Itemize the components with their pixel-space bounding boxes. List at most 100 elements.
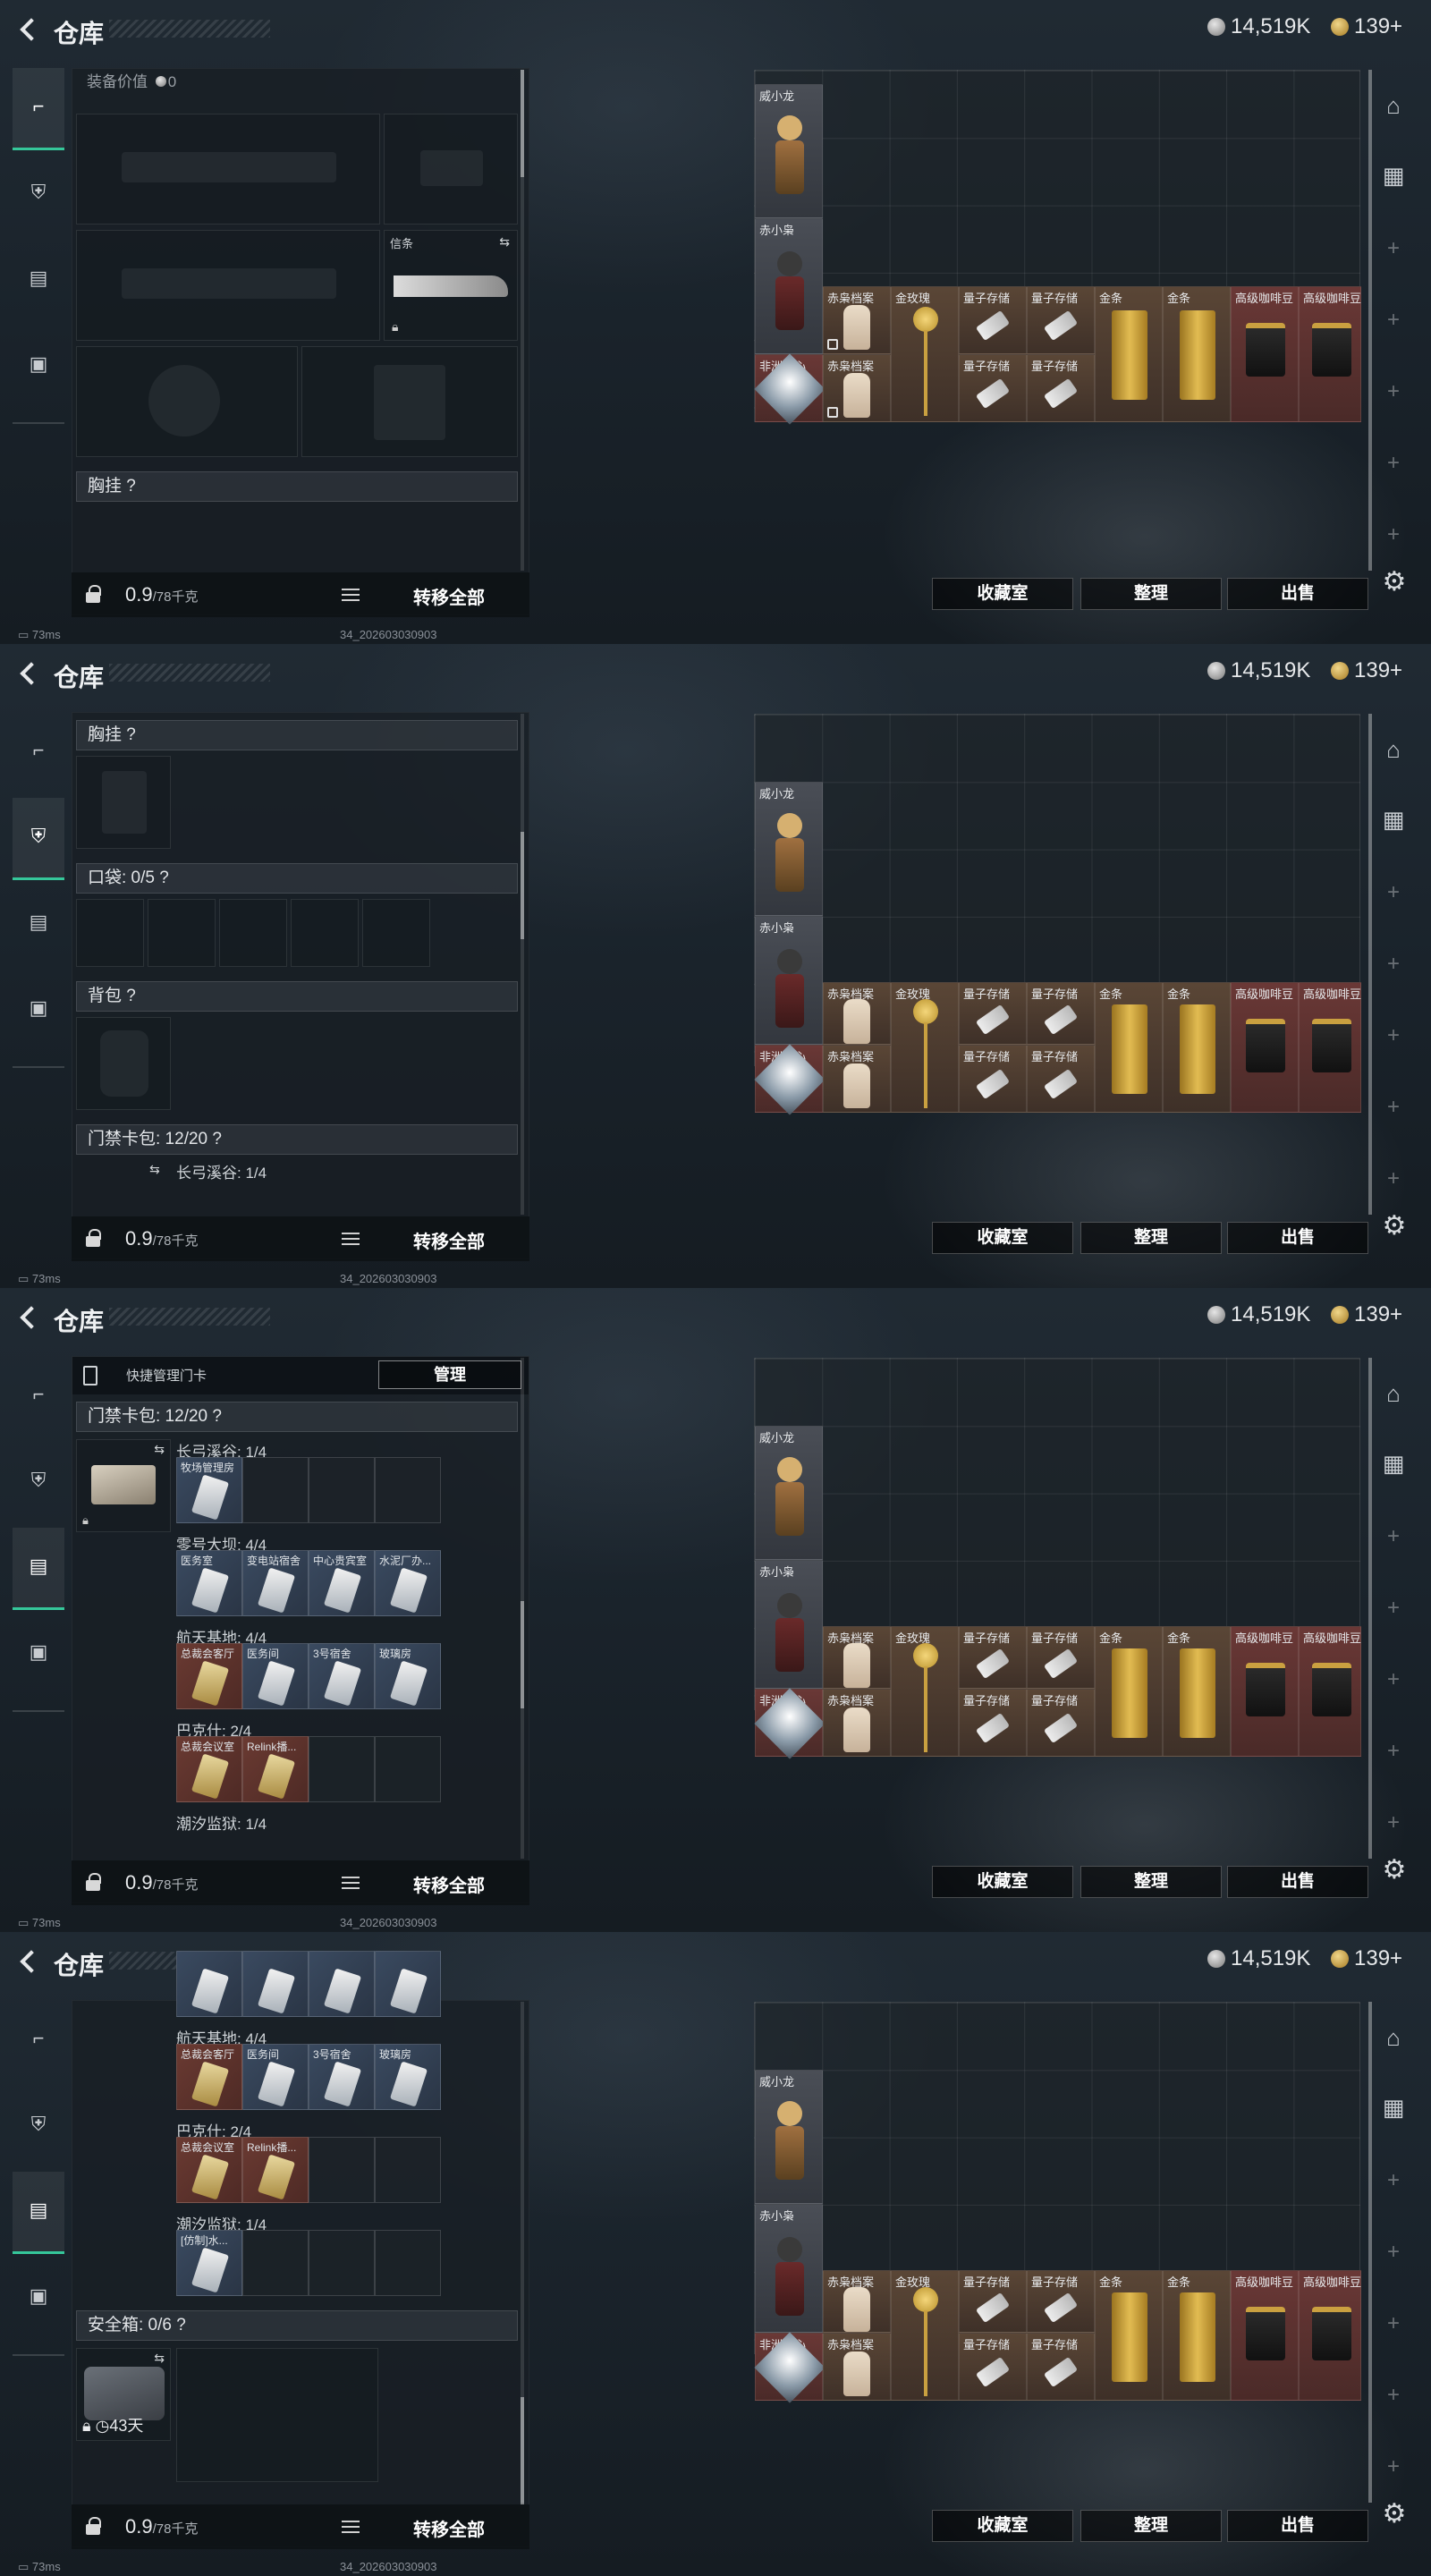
gallery-icon[interactable]: ▦	[1377, 803, 1410, 835]
keycard-empty-slot[interactable]	[309, 1736, 375, 1802]
sell-button[interactable]: 出售	[1227, 2510, 1368, 2542]
grid-item-gold[interactable]: 金条	[1163, 1626, 1231, 1757]
sell-button[interactable]: 出售	[1227, 578, 1368, 610]
keycard[interactable]: 玻璃房	[375, 1643, 441, 1709]
right-scrollbar[interactable]	[1368, 714, 1372, 1215]
add-tab-icon[interactable]: +	[1384, 1168, 1402, 1190]
grid-item-archive[interactable]: 赤枭档案	[823, 286, 891, 354]
grid-item-gold[interactable]: 金条	[1163, 2270, 1231, 2401]
settings-gear-icon[interactable]: ⚙	[1379, 2499, 1410, 2529]
keycard-bag-slot[interactable]: ⇆ 🔒︎	[76, 1439, 171, 1532]
keycard-empty-slot[interactable]	[242, 2230, 309, 2296]
keycard-empty-slot[interactable]	[309, 1457, 375, 1523]
keycard[interactable]: [仿制]水...	[176, 2230, 242, 2296]
left-scrollbar[interactable]	[521, 714, 524, 1215]
settings-gear-icon[interactable]: ⚙	[1379, 1855, 1410, 1885]
keycard[interactable]: 中心贵宾室	[309, 1550, 375, 1616]
grid-item-gold[interactable]: 金条	[1095, 286, 1163, 422]
gold-currency[interactable]: 139+	[1331, 658, 1402, 683]
gold-currency[interactable]: 139+	[1331, 1302, 1402, 1327]
keycard-empty-slot[interactable]	[375, 2230, 441, 2296]
grid-item-figure[interactable]: 威小龙	[755, 84, 823, 218]
grid-item-gold[interactable]: 金条	[1163, 286, 1231, 422]
grid-item-gold[interactable]: 金条	[1095, 982, 1163, 1113]
keycard[interactable]: 3号宿舍	[309, 2044, 375, 2110]
safehouse-icon[interactable]: ⌂	[1377, 89, 1410, 122]
keycard[interactable]: 总裁会议室	[176, 1736, 242, 1802]
grid-item-usb[interactable]: 量子存储	[959, 1045, 1027, 1113]
keycard[interactable]: Relink播...	[242, 1736, 309, 1802]
left-scroll-thumb[interactable]	[521, 70, 524, 177]
grid-item-usb[interactable]: 量子存储	[1027, 982, 1095, 1045]
grid-item-coffee[interactable]: 高级咖啡豆	[1299, 286, 1361, 422]
grid-item-coffee[interactable]: 高级咖啡豆	[1231, 286, 1299, 422]
tab-case[interactable]: ▣	[13, 326, 64, 408]
swap-icon[interactable]: ⇆	[154, 1442, 165, 1457]
grid-item-coffee[interactable]: 高级咖啡豆	[1231, 982, 1299, 1113]
gallery-icon[interactable]: ▦	[1377, 159, 1410, 191]
add-tab-icon[interactable]: +	[1384, 1741, 1402, 1762]
lock-icon[interactable]	[86, 1229, 101, 1247]
organize-button[interactable]: 整理	[1080, 578, 1222, 610]
grid-item-usb[interactable]: 量子存储	[959, 1689, 1027, 1757]
grid-item-usb[interactable]: 量子存储	[1027, 1626, 1095, 1689]
settings-gear-icon[interactable]: ⚙	[1379, 1211, 1410, 1241]
pocket-slot[interactable]	[219, 899, 287, 967]
right-scrollbar[interactable]	[1368, 1358, 1372, 1859]
settings-gear-icon[interactable]: ⚙	[1379, 567, 1410, 597]
grid-item-coffee[interactable]: 高级咖啡豆	[1299, 1626, 1361, 1757]
tab-weapons[interactable]: ⌐	[13, 712, 64, 794]
grid-item-archive[interactable]: 赤枭档案	[823, 1045, 891, 1113]
grid-item-diamond[interactable]: 非洲之心	[754, 2332, 826, 2403]
tab-armor[interactable]: ⛨	[13, 1442, 64, 1524]
collection-button[interactable]: 收藏室	[932, 578, 1073, 610]
secondary-weapon-slot[interactable]	[76, 230, 380, 341]
safehouse-icon[interactable]: ⌂	[1377, 2021, 1410, 2054]
keycard[interactable]: 玻璃房	[375, 2044, 441, 2110]
backpack-slot[interactable]	[76, 1017, 171, 1110]
gold-currency[interactable]: 139+	[1331, 1946, 1402, 1971]
add-tab-icon[interactable]: +	[1384, 1097, 1402, 1118]
safehouse-icon[interactable]: ⌂	[1377, 1377, 1410, 1410]
add-tab-icon[interactable]: +	[1384, 238, 1402, 259]
keycard[interactable]: 医务间	[242, 2044, 309, 2110]
keycard[interactable]: Relink播...	[242, 2137, 309, 2203]
sell-button[interactable]: 出售	[1227, 1222, 1368, 1254]
chest-rig-slot[interactable]	[76, 756, 171, 849]
add-tab-icon[interactable]: +	[1384, 2241, 1402, 2263]
grid-item-figure[interactable]: 威小龙	[755, 2070, 823, 2204]
grid-item-coffee[interactable]: 高级咖啡豆	[1231, 1626, 1299, 1757]
tab-keycards[interactable]: ▤	[13, 1528, 64, 1610]
tab-case[interactable]: ▣	[13, 970, 64, 1052]
left-scroll-thumb[interactable]	[521, 1601, 524, 1708]
tab-keycards[interactable]: ▤	[13, 240, 64, 322]
pocket-slot[interactable]	[362, 899, 430, 967]
lock-icon[interactable]	[86, 2517, 101, 2535]
add-tab-icon[interactable]: +	[1384, 1812, 1402, 1834]
safe-box-storage[interactable]	[176, 2348, 378, 2482]
collection-button[interactable]: 收藏室	[932, 2510, 1073, 2542]
swap-icon[interactable]: ⇆	[154, 2351, 165, 2366]
grid-item-usb[interactable]: 量子存储	[1027, 286, 1095, 354]
grid-item-usb[interactable]: 量子存储	[1027, 2270, 1095, 2333]
keycard[interactable]: 总裁会议室	[176, 2137, 242, 2203]
tab-weapons[interactable]: ⌐	[13, 68, 64, 150]
collection-button[interactable]: 收藏室	[932, 1222, 1073, 1254]
keycard[interactable]: 牧场管理房	[176, 1457, 242, 1523]
organize-button[interactable]: 整理	[1080, 1222, 1222, 1254]
collection-button[interactable]: 收藏室	[932, 1866, 1073, 1898]
grid-item-figure[interactable]: 威小龙	[755, 1426, 823, 1560]
grid-item-archive[interactable]: 赤枭档案	[823, 2270, 891, 2333]
keycard[interactable]: 总裁会客厅	[176, 1643, 242, 1709]
grid-item-gold[interactable]: 金条	[1163, 982, 1231, 1113]
grid-item-usb[interactable]: 量子存储	[959, 982, 1027, 1045]
gold-currency[interactable]: 139+	[1331, 14, 1402, 39]
add-tab-icon[interactable]: +	[1384, 953, 1402, 975]
grid-item-rose[interactable]: 金玫瑰	[891, 1626, 959, 1757]
add-tab-icon[interactable]: +	[1384, 2170, 1402, 2191]
lock-icon[interactable]	[86, 585, 101, 603]
pocket-slot[interactable]	[148, 899, 216, 967]
grid-item-coffee[interactable]: 高级咖啡豆	[1299, 2270, 1361, 2401]
organize-button[interactable]: 整理	[1080, 1866, 1222, 1898]
primary-weapon-slot[interactable]	[76, 114, 380, 225]
